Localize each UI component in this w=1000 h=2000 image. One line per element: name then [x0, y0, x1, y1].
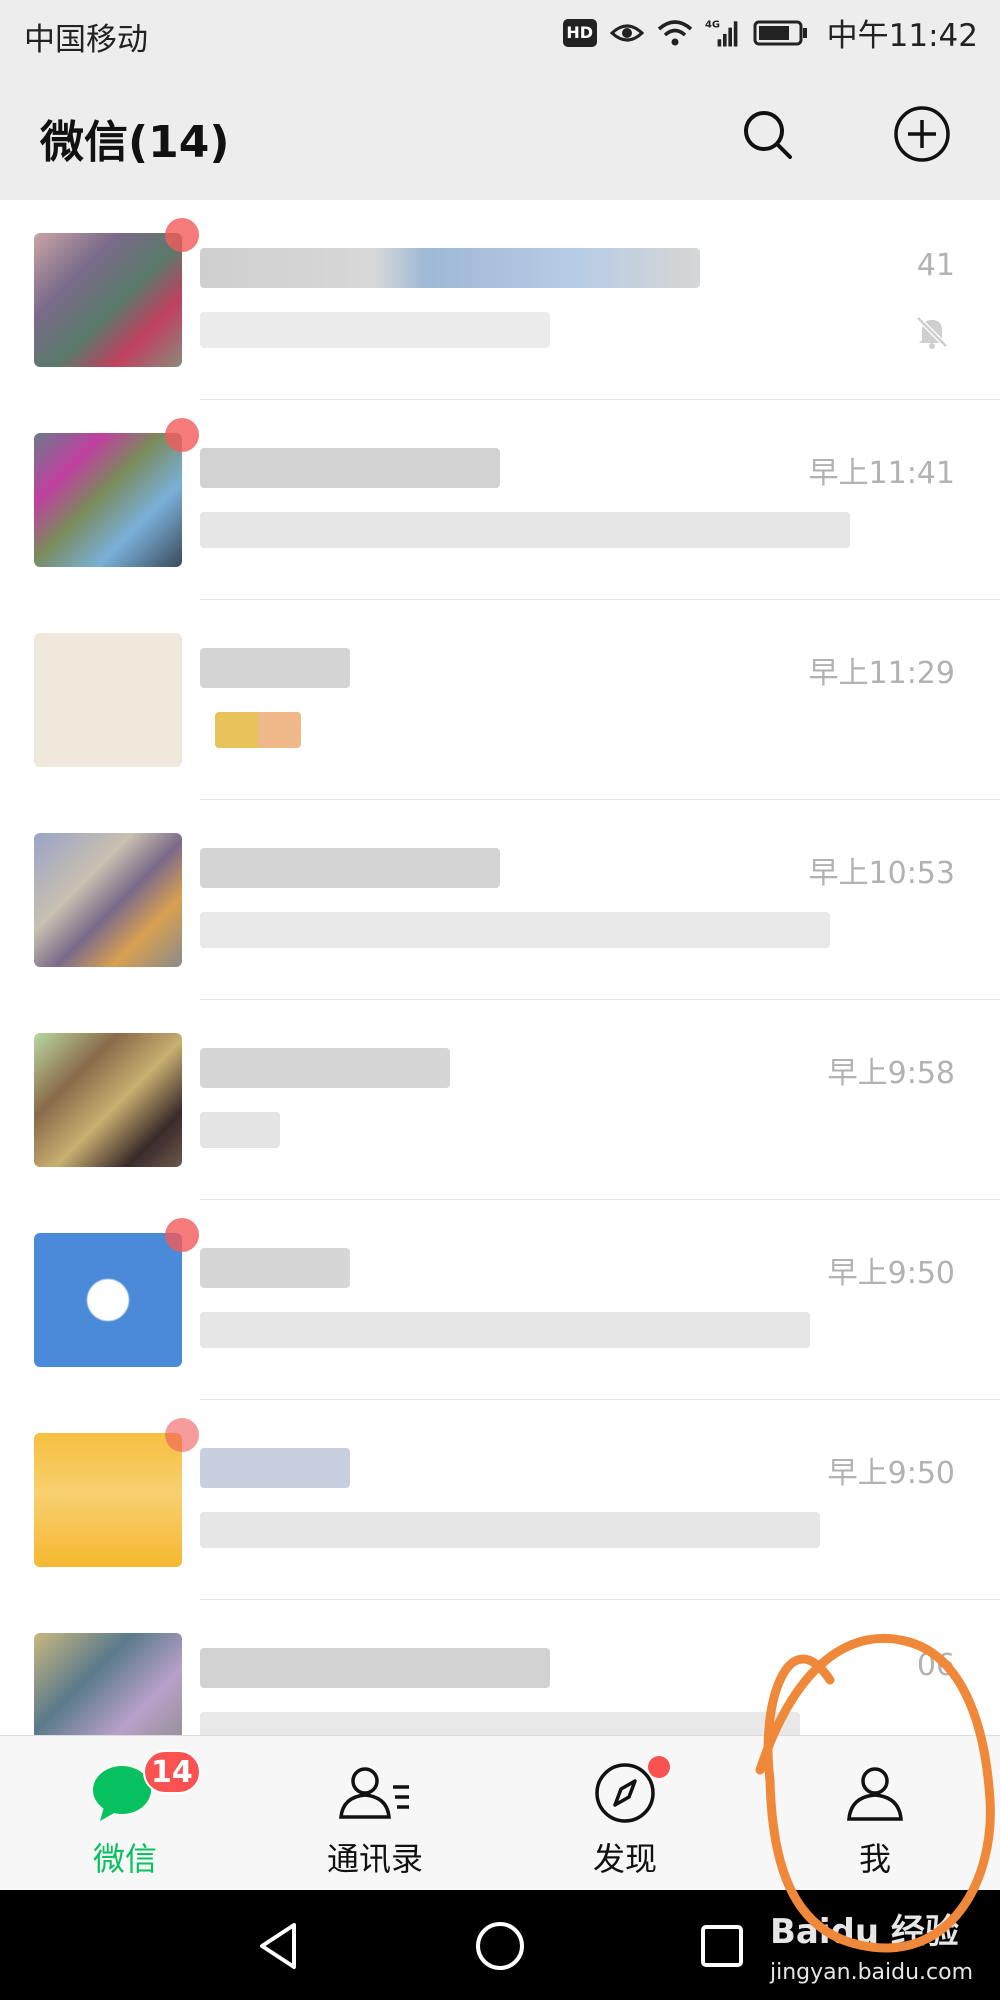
- bottom-tab-bar: 14 微信 通讯录 发现 我: [0, 1735, 1000, 1891]
- contact-name-blurred: [200, 648, 350, 688]
- contact-name-blurred: [200, 1448, 350, 1488]
- tab-label: 我: [858, 1840, 891, 1878]
- home-button[interactable]: [468, 1914, 532, 1978]
- add-button[interactable]: [892, 104, 952, 164]
- carrier-name: 中国移动: [24, 22, 148, 58]
- tab-discover[interactable]: 发现: [500, 1736, 750, 1891]
- message-preview-blurred: [200, 1112, 280, 1148]
- avatar: [34, 1033, 182, 1167]
- unread-dot: [165, 1218, 199, 1252]
- contact-name-blurred: [200, 1648, 550, 1688]
- chat-item[interactable]: 早上11:41: [0, 400, 1000, 600]
- message-preview-blurred: [200, 1712, 800, 1735]
- tab-label: 通讯录: [326, 1840, 423, 1878]
- unread-badge: 14: [143, 1750, 201, 1794]
- status-icons: HD 4G 中午11:42: [562, 10, 978, 55]
- contact-name-blurred: [200, 248, 700, 288]
- tab-chats[interactable]: 14 微信: [0, 1736, 250, 1891]
- message-preview-blurred: [200, 912, 830, 948]
- avatar: [34, 1233, 182, 1367]
- tab-label: 微信: [92, 1840, 157, 1878]
- message-preview-blurred: [200, 1312, 810, 1348]
- chat-time: 早上11:41: [808, 456, 955, 491]
- chat-time: 早上9:50: [827, 1456, 955, 1491]
- avatar: [34, 233, 182, 367]
- contact-name-blurred: [200, 448, 500, 488]
- chat-time: 早上11:29: [808, 656, 955, 691]
- recents-square-icon: [701, 1925, 743, 1967]
- avatar: [34, 1433, 182, 1567]
- tab-me[interactable]: 我: [750, 1736, 1000, 1891]
- message-preview-blurred: [200, 1512, 820, 1548]
- clock: 中午11:42: [826, 18, 978, 54]
- network-label: 4G: [705, 19, 720, 30]
- chat-item[interactable]: 早上9:58: [0, 1000, 1000, 1200]
- message-preview-blurred: [200, 512, 850, 548]
- signal-4g-icon: 4G: [705, 15, 741, 51]
- new-activity-dot: [648, 1756, 670, 1778]
- chat-item[interactable]: 早上11:29: [0, 600, 1000, 800]
- contacts-icon: [335, 1758, 415, 1828]
- contact-name-blurred: [200, 848, 500, 888]
- avatar: [34, 1633, 182, 1735]
- tab-contacts[interactable]: 通讯录: [250, 1736, 500, 1891]
- chat-time: 41: [916, 248, 955, 283]
- chat-time: 早上10:53: [808, 856, 955, 891]
- home-circle-icon: [476, 1922, 524, 1970]
- chat-item[interactable]: 早上10:53: [0, 800, 1000, 1000]
- chat-item[interactable]: 41: [0, 200, 1000, 400]
- chat-item[interactable]: 早上9:50: [0, 1200, 1000, 1400]
- recents-button[interactable]: [690, 1914, 754, 1978]
- wifi-icon: [657, 15, 693, 51]
- chat-time: 06: [916, 1648, 955, 1683]
- back-button[interactable]: [246, 1914, 310, 1978]
- message-preview-blurred: [200, 312, 550, 348]
- unread-dot: [165, 218, 199, 252]
- app-header: 微信(14): [0, 68, 1000, 200]
- eye-icon: [609, 15, 645, 51]
- system-nav-bar: [0, 1890, 1000, 2000]
- person-icon: [835, 1758, 915, 1828]
- add-icon: [894, 106, 950, 162]
- search-icon: [744, 111, 792, 159]
- chat-time: 早上9:58: [827, 1056, 955, 1091]
- chat-item[interactable]: 早上9:50: [0, 1400, 1000, 1600]
- chat-list: 41 早上11:41 早上11:29 早上10:53 早上9:58 早上9:50…: [0, 200, 1000, 1735]
- battery-icon: [753, 15, 809, 51]
- tab-label: 发现: [592, 1840, 657, 1878]
- search-button[interactable]: [737, 104, 797, 164]
- back-triangle-icon: [260, 1923, 296, 1969]
- hd-icon: HD: [562, 18, 597, 47]
- avatar: [34, 633, 182, 767]
- avatar: [34, 433, 182, 567]
- chat-time: 早上9:50: [827, 1256, 955, 1291]
- chat-item[interactable]: 06: [0, 1600, 1000, 1735]
- contact-name-blurred: [200, 1048, 450, 1088]
- page-title: 微信(14): [40, 117, 230, 168]
- mute-bell-icon: [916, 316, 948, 349]
- avatar: [34, 833, 182, 967]
- contact-name-blurred: [200, 1248, 350, 1288]
- status-bar: 中国移动 HD 4G 中午11:42: [0, 0, 1000, 68]
- message-preview-blurred: [215, 712, 301, 748]
- unread-dot: [165, 1418, 199, 1452]
- unread-dot: [165, 418, 199, 452]
